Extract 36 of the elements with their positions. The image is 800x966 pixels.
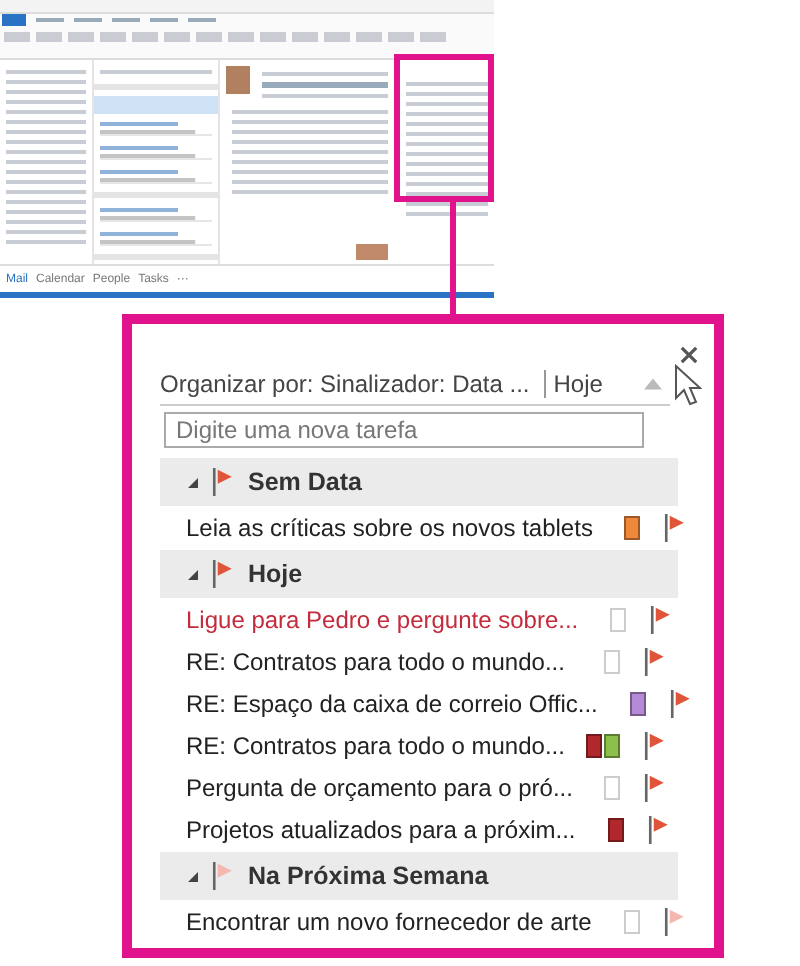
category-box	[604, 775, 621, 799]
task-title[interactable]: RE: Espaço da caixa de correio Offic...	[186, 689, 598, 717]
task-title[interactable]: Pergunta de orçamento para o pró...	[186, 773, 573, 801]
task-title[interactable]: RE: Contratos para todo o mundo...	[186, 647, 572, 675]
close-icon[interactable]	[680, 346, 698, 364]
group-header[interactable]: Sem Data	[160, 458, 678, 506]
flag-icon[interactable]	[644, 731, 666, 759]
collapse-icon[interactable]	[188, 477, 198, 487]
task-title[interactable]: Projetos atualizados para a próxim...	[186, 815, 576, 843]
group-title: Na Próxima Semana	[248, 862, 489, 890]
flag-icon[interactable]	[663, 907, 686, 935]
category-box	[604, 649, 620, 673]
flag-icon[interactable]	[644, 773, 667, 801]
flag-icon[interactable]	[664, 513, 687, 541]
photo-placeholder	[226, 66, 250, 94]
sort-label[interactable]: Hoje	[543, 370, 603, 398]
photo-placeholder	[356, 244, 388, 260]
task-title[interactable]: Leia as críticas sobre os novos tablets	[186, 513, 593, 541]
group-header[interactable]: Hoje	[160, 550, 678, 598]
task-title[interactable]: Ligue para Pedro e pergunte sobre...	[186, 605, 579, 633]
group-title: Sem Data	[248, 468, 362, 496]
collapse-icon[interactable]	[188, 871, 198, 881]
flag-icon[interactable]	[669, 689, 692, 717]
group-header[interactable]: Na Próxima Semana	[160, 852, 678, 900]
new-task-field[interactable]: Digite uma nova tarefa	[164, 412, 644, 448]
flag-icon[interactable]	[647, 815, 670, 843]
cursor-icon	[674, 364, 702, 408]
category-box	[623, 909, 640, 933]
category-box	[610, 607, 627, 631]
arrange-by-label[interactable]: Organizar por: Sinalizador: Data ...	[160, 370, 530, 398]
flag-icon[interactable]	[644, 647, 666, 675]
collapse-icon[interactable]	[188, 569, 198, 579]
task-title[interactable]: Encontrar um novo fornecedor de arte	[186, 907, 592, 935]
task-title[interactable]: RE: Contratos para todo o mundo...	[186, 731, 572, 759]
flag-icon[interactable]	[650, 605, 673, 633]
group-title: Hoje	[248, 560, 303, 588]
